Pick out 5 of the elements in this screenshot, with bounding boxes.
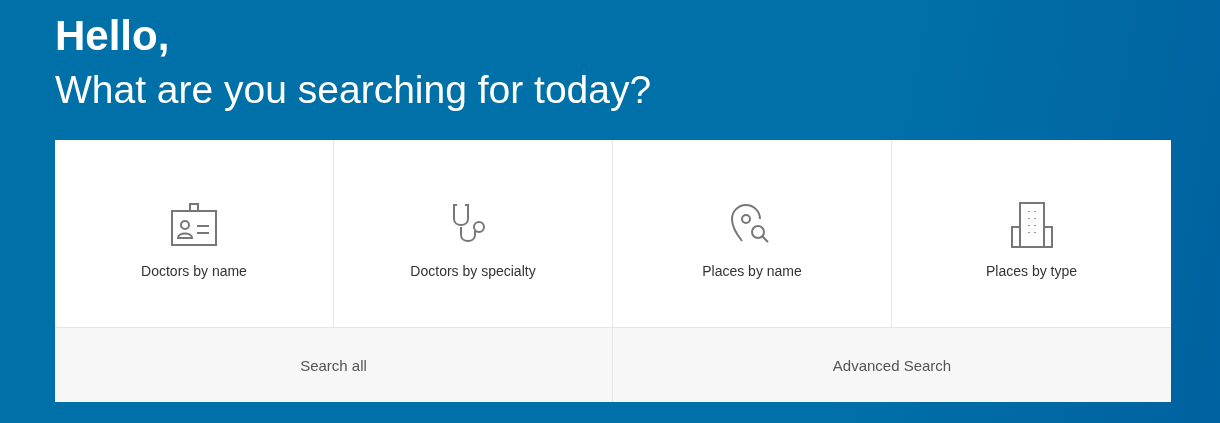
id-badge-icon	[170, 201, 218, 249]
search-link[interactable]: Advanced Search	[613, 328, 1171, 402]
greeting: Hello,	[55, 11, 170, 61]
heading: What are you searching for today?	[55, 67, 652, 113]
search-link[interactable]: Search all	[55, 328, 613, 402]
